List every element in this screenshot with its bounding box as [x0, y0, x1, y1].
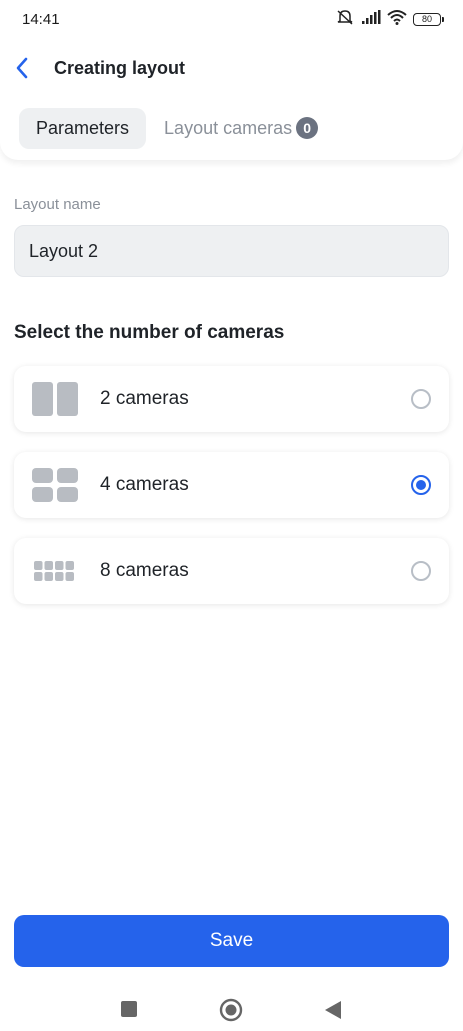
battery-icon: 80	[413, 12, 444, 26]
option-label: 4 cameras	[100, 474, 189, 495]
header: Creating layout	[0, 40, 463, 96]
screen: 14:41 80 Creating layout Parameters Layo…	[0, 0, 463, 1031]
radio-button[interactable]	[411, 561, 431, 581]
tabs-bar: Parameters Layout cameras 0	[0, 96, 463, 160]
cameras-count-badge: 0	[296, 117, 319, 139]
status-time: 14:41	[22, 10, 60, 28]
wifi-icon	[387, 9, 407, 30]
option-label: 2 cameras	[100, 388, 189, 409]
grid-4-icon	[32, 468, 78, 502]
radio-button[interactable]	[411, 389, 431, 409]
status-icons: 80	[335, 9, 444, 30]
page-title: Creating layout	[54, 57, 186, 78]
radio-button-selected[interactable]	[411, 475, 431, 495]
layout-name-input[interactable]	[14, 225, 449, 277]
status-bar: 14:41 80	[0, 0, 463, 38]
option-8-cameras[interactable]: 8 cameras	[14, 538, 449, 604]
chevron-left-icon	[16, 57, 28, 79]
back-triangle-icon[interactable]	[324, 1000, 342, 1025]
layout-name-label: Layout name	[14, 196, 101, 213]
tab-parameters-label: Parameters	[36, 117, 130, 138]
muted-bell-icon	[335, 9, 355, 30]
home-circle-icon[interactable]	[219, 998, 243, 1027]
tab-parameters[interactable]: Parameters	[19, 107, 147, 149]
system-nav-bar	[0, 990, 463, 1031]
recents-square-icon[interactable]	[120, 1000, 138, 1023]
option-label: 8 cameras	[100, 560, 189, 581]
save-button[interactable]: Save	[14, 915, 449, 967]
grid-8-icon	[32, 554, 78, 588]
option-2-cameras[interactable]: 2 cameras	[14, 366, 449, 432]
back-button[interactable]	[2, 48, 42, 88]
tab-layout-cameras-label: Layout cameras	[164, 117, 293, 138]
tab-layout-cameras[interactable]: Layout cameras 0	[156, 108, 326, 149]
signal-icon	[361, 9, 381, 29]
camera-count-heading: Select the number of cameras	[14, 322, 285, 343]
grid-2-icon	[32, 382, 78, 416]
option-4-cameras[interactable]: 4 cameras	[14, 452, 449, 518]
